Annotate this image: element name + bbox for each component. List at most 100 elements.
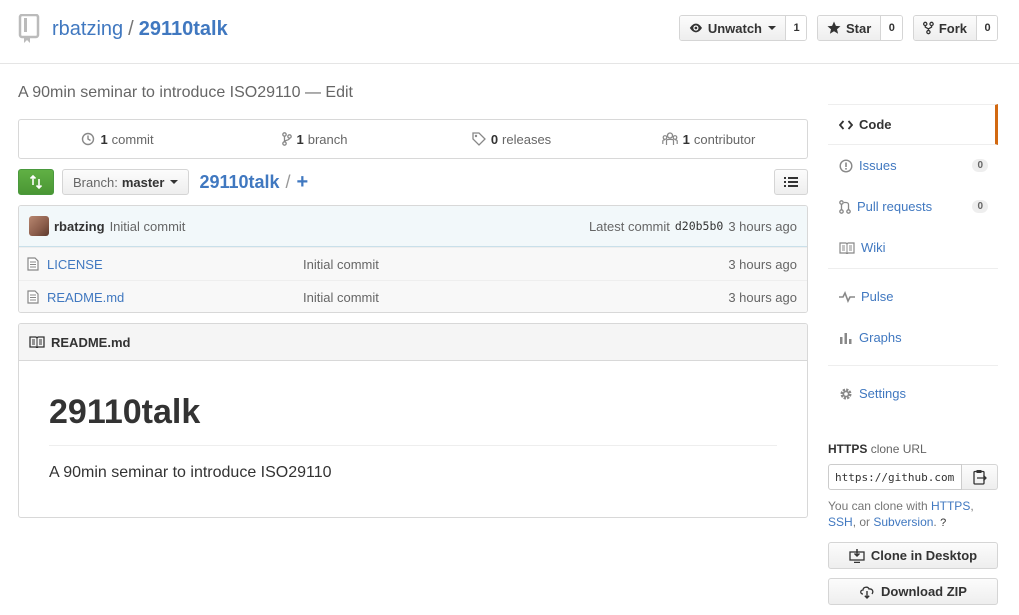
sidebar-item-label: Settings — [859, 386, 906, 401]
watch-group: Unwatch 1 — [679, 15, 807, 41]
file-text-icon — [27, 257, 39, 271]
sidebar-item-label: Pull requests — [857, 199, 933, 214]
star-button[interactable]: Star — [818, 16, 882, 40]
readme-header: README.md — [19, 324, 807, 361]
repo-header: rbatzing / 29110talk Unwatch 1 Star 0 Fo… — [0, 0, 1019, 64]
table-row: LICENSE Initial commit 3 hours ago — [19, 247, 807, 280]
star-label: Star — [846, 20, 872, 36]
contributors-link[interactable]: 1 contributor — [610, 120, 807, 158]
file-age: 3 hours ago — [728, 256, 797, 272]
clone-subversion-link[interactable]: Subversion — [873, 515, 933, 529]
chevron-down-icon — [768, 26, 776, 30]
compare-button[interactable] — [18, 169, 54, 195]
sidebar-item-label: Issues — [859, 158, 897, 173]
clone-help-text: You can clone with HTTPS, SSH, or Subver… — [828, 498, 998, 531]
history-icon — [82, 132, 95, 146]
commit-age: 3 hours ago — [728, 218, 797, 234]
clone-https-link[interactable]: HTTPS — [931, 499, 970, 513]
file-age: 3 hours ago — [728, 289, 797, 305]
question-icon[interactable]: ? — [940, 517, 946, 529]
commit-message-link[interactable]: Initial commit — [110, 219, 186, 234]
file-commit-message-link[interactable]: Initial commit — [303, 257, 379, 272]
issues-count-badge: 0 — [972, 159, 988, 172]
commits-link[interactable]: 1 commit — [19, 120, 216, 158]
fork-group: Fork 0 — [913, 15, 998, 41]
file-navigation: Branch: master 29110talk / + — [18, 169, 808, 195]
commits-count: 1 — [100, 131, 108, 147]
clone-ssh-link[interactable]: SSH — [828, 515, 853, 529]
fork-button[interactable]: Fork — [914, 16, 977, 40]
file-link[interactable]: LICENSE — [47, 257, 303, 272]
contributors-count: 1 — [682, 131, 690, 147]
tag-icon — [472, 132, 486, 146]
clipboard-icon — [972, 470, 987, 485]
code-icon — [839, 119, 853, 130]
sidebar-item-wiki[interactable]: Wiki — [828, 227, 998, 268]
commit-sha-link[interactable]: d20b5b0 — [675, 219, 723, 233]
list-icon — [784, 177, 798, 187]
organization-icon — [661, 132, 678, 145]
clone-protocol: HTTPS — [828, 442, 868, 456]
avatar[interactable] — [29, 216, 49, 236]
star-group: Star 0 — [817, 15, 903, 41]
file-commit-message-link[interactable]: Initial commit — [303, 290, 379, 305]
breadcrumb: 29110talk / + — [199, 171, 308, 194]
breadcrumb-separator: / — [285, 171, 291, 192]
star-icon — [827, 21, 841, 34]
clone-help-sep: , — [970, 499, 974, 513]
eye-icon — [689, 23, 702, 33]
watch-count[interactable]: 1 — [786, 16, 806, 40]
latest-commit-bar: rbatzing Initial commit Latest commit d2… — [19, 206, 807, 247]
latest-commit-label: Latest commit — [588, 218, 670, 234]
repo-title: rbatzing / 29110talk — [18, 14, 228, 44]
repo-name-link[interactable]: 29110talk — [139, 18, 228, 41]
fork-count[interactable]: 0 — [977, 16, 997, 40]
repo-description: A 90min seminar to introduce ISO29110 — … — [18, 84, 353, 101]
graph-icon — [840, 332, 852, 344]
repo-owner-link[interactable]: rbatzing — [52, 18, 123, 41]
readme-body: 29110talk A 90min seminar to introduce I… — [19, 392, 807, 482]
releases-link[interactable]: 0 releases — [413, 120, 610, 158]
new-file-button[interactable]: + — [297, 171, 309, 194]
branch-select[interactable]: Branch: master — [62, 169, 190, 195]
clone-help-sep: , or — [852, 515, 871, 529]
sidebar-item-pull-requests[interactable]: Pull requests 0 — [828, 186, 998, 227]
clone-help-prefix: You can clone with — [828, 499, 928, 513]
commit-meta: Latest commit d20b5b0 3 hours ago — [589, 219, 797, 234]
clone-url-input[interactable] — [828, 464, 962, 490]
clone-in-desktop-label: Clone in Desktop — [870, 548, 978, 563]
desktop-download-icon — [849, 548, 865, 563]
breadcrumb-root-link[interactable]: 29110talk — [199, 172, 279, 193]
branches-count: 1 — [296, 131, 304, 147]
download-zip-button[interactable]: Download ZIP — [828, 578, 998, 605]
table-row: README.md Initial commit 3 hours ago — [19, 280, 807, 312]
file-link[interactable]: README.md — [47, 290, 303, 305]
sidebar-item-settings[interactable]: Settings — [828, 373, 998, 414]
sidebar-item-code[interactable]: Code — [828, 104, 998, 145]
releases-count: 0 — [490, 131, 499, 147]
sidebar-item-graphs[interactable]: Graphs — [828, 317, 998, 358]
pull-request-icon — [839, 199, 851, 214]
file-list-toggle-button[interactable] — [774, 169, 808, 195]
branches-link[interactable]: 1 branch — [216, 120, 413, 158]
unwatch-button[interactable]: Unwatch — [680, 16, 786, 40]
releases-label: releases — [502, 131, 552, 147]
pull-requests-count-badge: 0 — [972, 200, 988, 213]
clone-url-title: HTTPS clone URL — [828, 442, 998, 456]
repo-book-icon — [18, 14, 40, 43]
file-table: rbatzing Initial commit Latest commit d2… — [18, 205, 808, 313]
sidebar-item-label: Wiki — [861, 240, 886, 255]
star-count[interactable]: 0 — [881, 16, 902, 40]
gear-icon — [840, 388, 852, 399]
clone-in-desktop-button[interactable]: Clone in Desktop — [828, 542, 998, 569]
readme-panel: README.md 29110talk A 90min seminar to i… — [18, 323, 808, 518]
sidebar-item-pulse[interactable]: Pulse — [828, 276, 998, 317]
sidebar-item-issues[interactable]: Issues 0 — [828, 145, 998, 186]
download-zip-label: Download ZIP — [881, 584, 967, 599]
sidebar-item-label: Graphs — [859, 330, 902, 345]
commit-author-link[interactable]: rbatzing — [54, 219, 105, 234]
unwatch-label: Unwatch — [707, 20, 762, 36]
fork-label: Fork — [938, 20, 967, 36]
copy-to-clipboard-button[interactable] — [962, 464, 998, 490]
commits-label: commit — [111, 131, 154, 147]
